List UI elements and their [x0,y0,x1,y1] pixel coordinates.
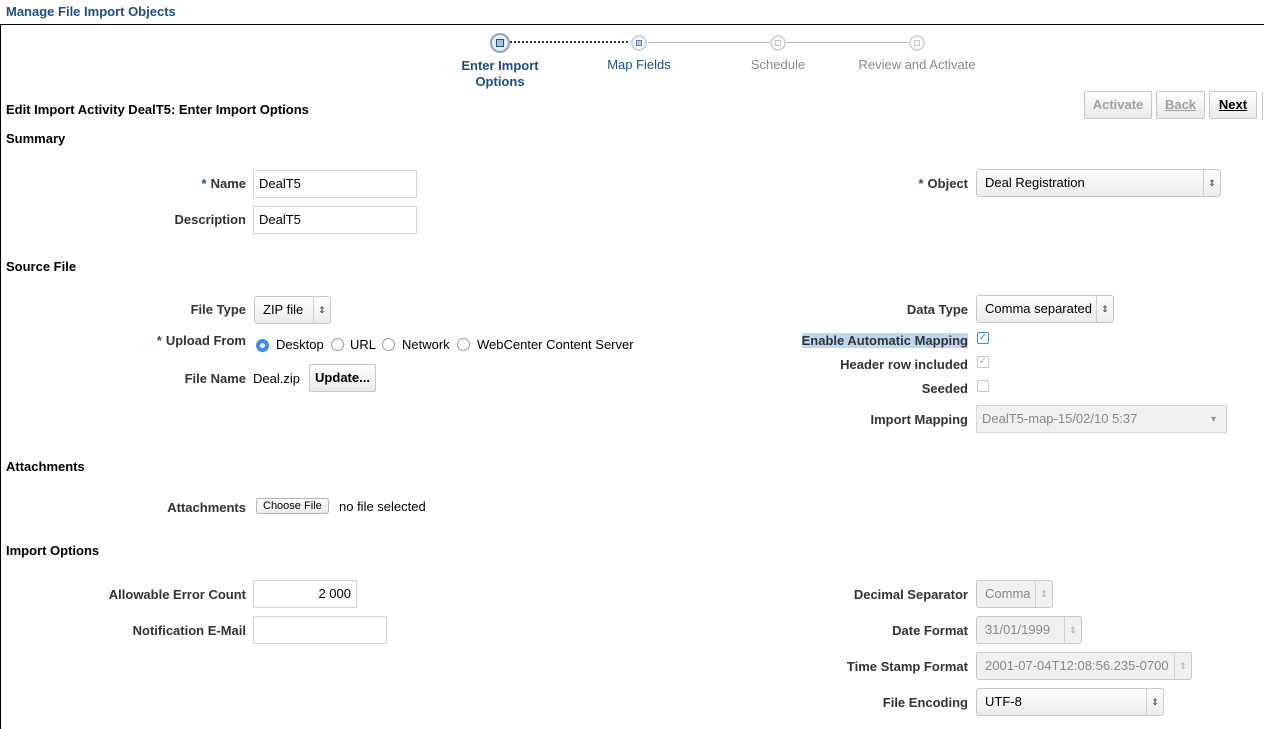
updown-arrow-icon: ⇕ [1174,653,1191,679]
section-source-file: Source File [6,259,77,274]
date-format-select: 31/01/1999 ⇕ [976,616,1082,644]
next-button-label: Next [1218,97,1248,112]
upload-url-radio[interactable] [331,338,344,351]
train-label-map-fields[interactable]: Map Fields [579,57,699,72]
description-field[interactable]: DealT5 [253,206,417,234]
import-mapping-label: Import Mapping [870,412,969,427]
updown-arrow-icon: ⇕ [1203,170,1220,196]
decimal-select: Comma ⇕ [976,580,1053,608]
object-select[interactable]: Deal Registration ⇕ [976,169,1221,197]
auto-mapping-label: Enable Automatic Mapping [780,333,968,348]
train-connector [648,42,770,43]
train-connector-done [510,41,628,43]
page-heading: Edit Import Activity DealT5: Enter Impor… [6,102,309,117]
timestamp-select: 2001-07-04T12:08:56.235-0700 ⇕ [976,652,1192,680]
decimal-value: Comma [985,586,1031,601]
title-bar: Manage File Import Objects [0,0,1264,25]
page-title: Manage File Import Objects [6,4,176,19]
encoding-label: File Encoding [882,695,968,710]
header-row-checkbox: ✓ [977,356,989,368]
upload-network-radio[interactable] [382,338,395,351]
upload-desktop-radio[interactable] [256,339,269,352]
data-type-label: Data Type [906,302,968,317]
email-label: Notification E-Mail [132,623,246,638]
required-mark: * [201,176,207,191]
train-connector [786,42,908,43]
object-label-text: Object [927,176,968,191]
updown-arrow-icon: ⇕ [1035,581,1052,607]
data-type-value: Comma separated [985,301,1092,316]
error-count-field[interactable]: 2 000 [253,580,357,608]
chevron-down-icon: ▼ [1209,414,1218,424]
file-type-select[interactable]: ZIP file ⇕ [254,296,331,324]
file-name-value: Deal.zip [253,371,300,386]
upload-from-label-text: Upload From [165,333,246,348]
timestamp-value: 2001-07-04T12:08:56.235-0700 [985,658,1169,673]
section-summary: Summary [6,131,66,146]
name-label: * Name [100,176,246,191]
train-label-schedule: Schedule [750,57,806,72]
upload-from-label: * Upload From [100,333,246,348]
object-select-value: Deal Registration [985,175,1085,190]
back-button-label: Back [1164,97,1197,112]
upload-webcenter-radio[interactable] [457,338,470,351]
train-label-line1: Enter Import [461,58,539,73]
date-format-value: 31/01/1999 [985,622,1051,637]
section-import-options: Import Options [6,543,100,558]
required-mark: * [918,176,924,191]
upload-network-label[interactable]: Network [402,337,450,352]
import-mapping-value: DealT5-map-15/02/10 5:37 [982,411,1138,426]
seeded-checkbox [977,380,989,392]
error-count-label: Allowable Error Count [108,587,246,602]
attachments-label: Attachments [167,500,246,515]
auto-mapping-checkbox[interactable]: ✓ [977,332,989,344]
train-label-review-activate: Review and Activate [858,57,976,72]
encoding-value: UTF-8 [985,694,1022,709]
header-row-label: Header row included [840,357,968,372]
left-border [0,24,1,729]
train-label-enter-import-options: Enter Import Options [440,58,560,90]
updown-arrow-icon: ⇕ [313,297,330,323]
updown-arrow-icon: ⇕ [1064,617,1081,643]
encoding-select[interactable]: UTF-8 ⇕ [976,688,1164,716]
date-format-label: Date Format [892,623,968,638]
toolbar-divider [1262,92,1263,120]
next-button[interactable]: Next [1209,91,1257,119]
seeded-label: Seeded [921,381,968,396]
train-stop-review-activate [909,35,925,51]
upload-url-label[interactable]: URL [350,337,376,352]
decimal-label: Decimal Separator [853,587,968,602]
timestamp-label: Time Stamp Format [846,659,968,674]
auto-mapping-label-text: Enable Automatic Mapping [801,333,968,348]
choose-file-button[interactable]: Choose File [256,498,329,514]
name-field[interactable]: DealT5 [253,170,417,198]
required-mark: * [156,333,162,348]
updown-arrow-icon: ⇕ [1146,689,1163,715]
activate-button[interactable]: Activate [1084,91,1152,119]
import-mapping-field: DealT5-map-15/02/10 5:37 ▼ [976,405,1227,433]
description-label: Description [174,212,246,227]
object-label: * Object [860,176,968,191]
train-stop-enter-import-options[interactable] [490,33,510,53]
train-stop-schedule [770,35,786,51]
section-attachments: Attachments [6,459,85,474]
email-field[interactable] [253,616,387,644]
updown-arrow-icon: ⇕ [1096,296,1113,322]
train-label-line2: Options [475,74,525,89]
train-stop-map-fields[interactable] [631,35,647,51]
file-name-label: File Name [184,371,246,386]
file-status: no file selected [339,499,426,514]
data-type-select[interactable]: Comma separated ⇕ [976,295,1114,323]
upload-desktop-label[interactable]: Desktop [276,337,324,352]
upload-webcenter-label[interactable]: WebCenter Content Server [477,337,634,352]
back-button[interactable]: Back [1156,91,1205,119]
name-label-text: Name [210,176,246,191]
file-type-value: ZIP file [263,302,304,317]
file-type-label: File Type [190,302,246,317]
update-button[interactable]: Update... [309,364,376,392]
